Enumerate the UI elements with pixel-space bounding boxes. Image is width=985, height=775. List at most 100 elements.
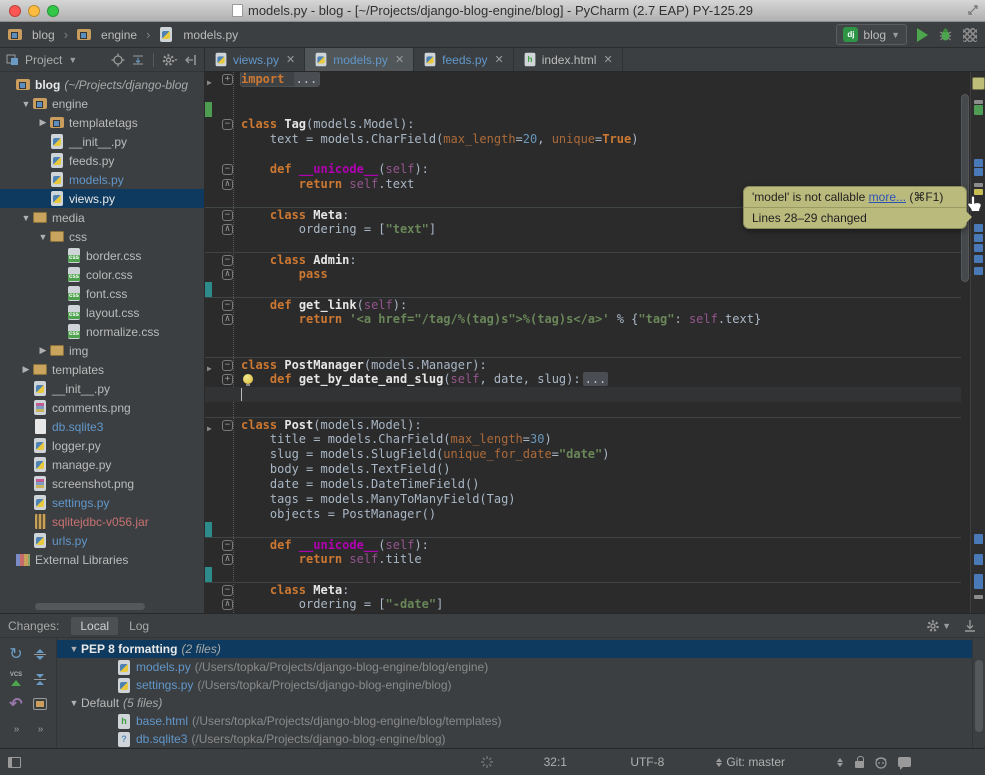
notifications-icon[interactable] (898, 757, 911, 767)
changes-settings-gear-button[interactable]: ▼ (926, 619, 951, 633)
stripe-marker-gray[interactable] (974, 100, 983, 104)
collapse-all-button[interactable] (31, 670, 49, 688)
expand-all-button[interactable] (31, 645, 49, 663)
stripe-marker-blue[interactable] (974, 574, 983, 589)
fold-toggle-icon[interactable]: − (222, 540, 233, 551)
gutter-change-marker[interactable] (205, 567, 212, 582)
project-panel-title[interactable]: Project (25, 53, 62, 67)
gutter-change-marker[interactable] (205, 282, 212, 297)
fold-toggle-icon[interactable]: − (222, 119, 233, 130)
fold-toggle-icon[interactable]: − (222, 420, 233, 431)
tab-views-py[interactable]: views.py✕ (205, 48, 305, 71)
gutter-change-marker[interactable] (205, 102, 212, 117)
caret-position[interactable]: 32:1 (520, 755, 590, 769)
expand-arrow-icon[interactable]: ▶ (36, 345, 50, 356)
settings-gear-button[interactable] (162, 53, 178, 67)
fold-toggle-icon[interactable]: − (222, 360, 233, 371)
fold-toggle-icon[interactable]: ∧ (222, 269, 233, 280)
expand-arrow-icon[interactable]: ▶ (19, 364, 33, 375)
code-editor[interactable]: ▶+import ...−class Tag(models.Model): te… (205, 72, 961, 613)
revert-button[interactable]: ↶ (7, 695, 25, 713)
tab-models-py[interactable]: models.py✕ (305, 48, 414, 71)
project-tree-item[interactable]: ▶templatetags (0, 113, 204, 132)
breadcrumb-item-models-py[interactable]: models.py (159, 27, 238, 42)
run-with-coverage-button[interactable] (963, 28, 977, 42)
changes-tree-item[interactable]: settings.py (/Users/topka/Projects/djang… (57, 676, 972, 694)
changes-tab-log[interactable]: Log (120, 617, 158, 635)
fold-toggle-icon[interactable]: ∧ (222, 314, 233, 325)
fold-toggle-icon[interactable]: − (222, 255, 233, 266)
debug-button[interactable] (938, 27, 953, 42)
close-icon[interactable]: ✕ (395, 53, 404, 66)
project-tree-item[interactable]: feeds.py (0, 151, 204, 170)
file-encoding[interactable]: UTF-8 (630, 755, 664, 769)
changes-tree-item[interactable]: base.html (/Users/topka/Projects/django-… (57, 712, 972, 730)
collapse-all-button[interactable] (131, 53, 145, 67)
project-tree-item[interactable]: comments.png (0, 398, 204, 417)
resize-grip-icon[interactable] (967, 4, 979, 16)
project-tree-item[interactable]: border.css (0, 246, 204, 265)
close-icon[interactable]: ✕ (603, 53, 612, 66)
project-tree-item[interactable]: normalize.css (0, 322, 204, 341)
project-tree-item[interactable]: ▶templates (0, 360, 204, 379)
fold-toggle-icon[interactable]: ∧ (222, 179, 233, 190)
inspection-status-indicator[interactable] (972, 77, 985, 90)
project-tree-item[interactable]: ▼css (0, 227, 204, 246)
gutter-arrow-icon[interactable]: ▶ (207, 421, 212, 436)
project-tree-item[interactable]: ▶img (0, 341, 204, 360)
fold-toggle-icon[interactable]: ∧ (222, 599, 233, 610)
close-icon[interactable]: ✕ (495, 53, 504, 66)
stripe-marker-gray[interactable] (974, 595, 983, 599)
project-tree-item[interactable]: font.css (0, 284, 204, 303)
project-tree-item[interactable]: __init__.py (0, 132, 204, 151)
project-tree-item[interactable]: db.sqlite3 (0, 417, 204, 436)
fold-toggle-icon[interactable]: − (222, 300, 233, 311)
editor-vertical-scrollbar[interactable] (961, 72, 970, 613)
locate-file-button[interactable] (111, 53, 125, 67)
changes-tree-item[interactable]: db.sqlite3 (/Users/topka/Projects/django… (57, 730, 972, 748)
expand-arrow-icon[interactable]: ▼ (36, 232, 50, 242)
tab-feeds-py[interactable]: feeds.py✕ (414, 48, 514, 71)
fold-toggle-icon[interactable]: ∧ (222, 554, 233, 565)
fold-toggle-icon[interactable]: − (222, 210, 233, 221)
commit-button[interactable]: VCS (7, 670, 25, 688)
scrollbar-thumb[interactable] (35, 603, 145, 610)
toolwindow-toggle-icon[interactable] (8, 757, 21, 768)
project-tree-item[interactable]: views.py (0, 189, 204, 208)
fold-toggle-icon[interactable]: − (222, 164, 233, 175)
expand-arrow-icon[interactable]: ▼ (67, 698, 81, 708)
breadcrumb-item-blog[interactable]: blog (8, 27, 55, 42)
tab-index-html[interactable]: index.html✕ (514, 48, 623, 71)
gutter-arrow-icon[interactable]: ▶ (207, 75, 212, 90)
stripe-marker-blue[interactable] (974, 554, 983, 565)
changes-tab-local[interactable]: Local (71, 617, 118, 635)
fold-toggle-icon[interactable]: ∧ (222, 224, 233, 235)
changes-vertical-scrollbar[interactable] (972, 638, 985, 748)
project-tree-item[interactable]: __init__.py (0, 379, 204, 398)
project-tree-item[interactable]: settings.py (0, 493, 204, 512)
stripe-marker-blue[interactable] (974, 244, 983, 252)
stripe-marker-blue[interactable] (974, 224, 983, 232)
changes-tree-item[interactable]: ▼Default (5 files) (57, 694, 972, 712)
changes-tree-item[interactable]: ▼PEP 8 formatting (2 files) (57, 640, 972, 658)
changes-tree-item[interactable]: models.py (/Users/topka/Projects/django-… (57, 658, 972, 676)
project-tree-item[interactable]: sqlitejdbc-v056.jar (0, 512, 204, 531)
stripe-marker-blue[interactable] (974, 159, 983, 167)
intention-bulb-icon[interactable] (243, 374, 253, 384)
project-tree-item[interactable]: color.css (0, 265, 204, 284)
tooltip-more-link[interactable]: more... (869, 190, 906, 204)
run-configuration-select[interactable]: dj blog ▼ (836, 24, 907, 45)
hide-panel-button[interactable] (184, 53, 198, 67)
project-tree-item[interactable]: External Libraries (0, 550, 204, 569)
error-stripe[interactable] (970, 72, 985, 613)
breadcrumb-item-engine[interactable]: engine (77, 27, 137, 42)
stripe-marker-blue[interactable] (974, 267, 983, 275)
chevron-down-icon[interactable]: ▼ (68, 55, 77, 65)
project-tree-item[interactable]: screenshot.png (0, 474, 204, 493)
sort-arrows-icon[interactable] (837, 758, 843, 767)
stripe-marker-blue[interactable] (974, 168, 983, 176)
stripe-marker-blue[interactable] (974, 255, 983, 263)
gutter-change-marker[interactable] (205, 522, 212, 537)
project-tree-item[interactable]: ▼engine (0, 94, 204, 113)
fold-toggle-icon[interactable]: + (222, 374, 233, 385)
